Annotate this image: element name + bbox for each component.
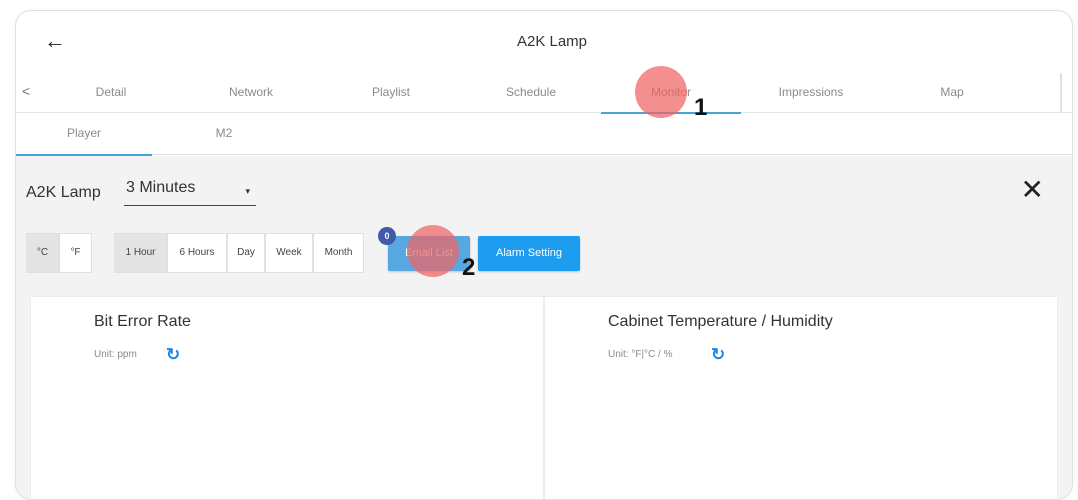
range-1-hour-button[interactable]: 1 Hour <box>114 233 167 273</box>
range-month-button[interactable]: Month <box>313 233 364 273</box>
step-marker-2 <box>407 225 459 277</box>
monitor-controls-panel: A2K Lamp 3 Minutes ▾ ✕ °C °F 1 Hour 6 Ho… <box>16 156 1072 296</box>
step-marker-number: 2 <box>462 254 476 281</box>
tabs-scroll-edge <box>1060 73 1062 113</box>
interval-dropdown[interactable]: 3 Minutes ▾ <box>124 178 256 206</box>
close-icon[interactable]: ✕ <box>1021 176 1044 204</box>
range-week-button[interactable]: Week <box>265 233 313 273</box>
card-unit: Unit: °F|°C / % <box>608 349 673 360</box>
cabinet-temperature-card: Cabinet Temperature / Humidity Unit: °F|… <box>544 296 1058 499</box>
tabs-prev-arrow-icon[interactable]: < <box>22 83 30 99</box>
subtab-player[interactable]: Player <box>16 113 152 156</box>
page-title: A2K Lamp <box>516 33 588 50</box>
time-range-toggle: 1 Hour 6 Hours Day Week Month <box>114 233 364 273</box>
range-6-hours-button[interactable]: 6 Hours <box>167 233 227 273</box>
sub-tabs: Player M2 <box>16 113 1072 156</box>
interval-value: 3 Minutes <box>126 179 196 196</box>
tab-schedule[interactable]: Schedule <box>461 73 601 113</box>
top-bar: ← A2K Lamp <box>16 11 1072 73</box>
card-unit: Unit: ppm <box>94 349 137 360</box>
caret-down-icon: ▾ <box>245 186 250 196</box>
device-name-label: A2K Lamp <box>26 184 101 201</box>
app-window: ← A2K Lamp < Detail Network Playlist Sch… <box>15 10 1073 500</box>
refresh-icon[interactable]: ↻ <box>166 345 180 365</box>
alarm-setting-button[interactable]: Alarm Setting <box>478 236 580 271</box>
temperature-unit-toggle: °C °F <box>26 233 92 273</box>
range-day-button[interactable]: Day <box>227 233 265 273</box>
card-title: Bit Error Rate <box>94 313 191 330</box>
unit-celsius-button[interactable]: °C <box>26 233 59 273</box>
tab-impressions[interactable]: Impressions <box>741 73 881 113</box>
subtab-m2[interactable]: M2 <box>156 113 292 155</box>
unit-fahrenheit-button[interactable]: °F <box>59 233 92 273</box>
tab-network[interactable]: Network <box>181 73 321 113</box>
bit-error-rate-card: Bit Error Rate Unit: ppm ↻ <box>30 296 544 499</box>
card-title: Cabinet Temperature / Humidity <box>608 313 833 330</box>
refresh-icon[interactable]: ↻ <box>711 345 725 365</box>
tab-playlist[interactable]: Playlist <box>321 73 461 113</box>
tab-detail[interactable]: Detail <box>41 73 181 113</box>
chart-cards-area: Bit Error Rate Unit: ppm ↻ Cabinet Tempe… <box>16 296 1072 499</box>
step-marker-1 <box>635 66 687 118</box>
step-marker-number: 1 <box>694 94 708 121</box>
email-count-badge: 0 <box>378 227 396 245</box>
tab-map[interactable]: Map <box>882 73 1022 113</box>
main-tabs: < Detail Network Playlist Schedule Monit… <box>16 73 1072 114</box>
